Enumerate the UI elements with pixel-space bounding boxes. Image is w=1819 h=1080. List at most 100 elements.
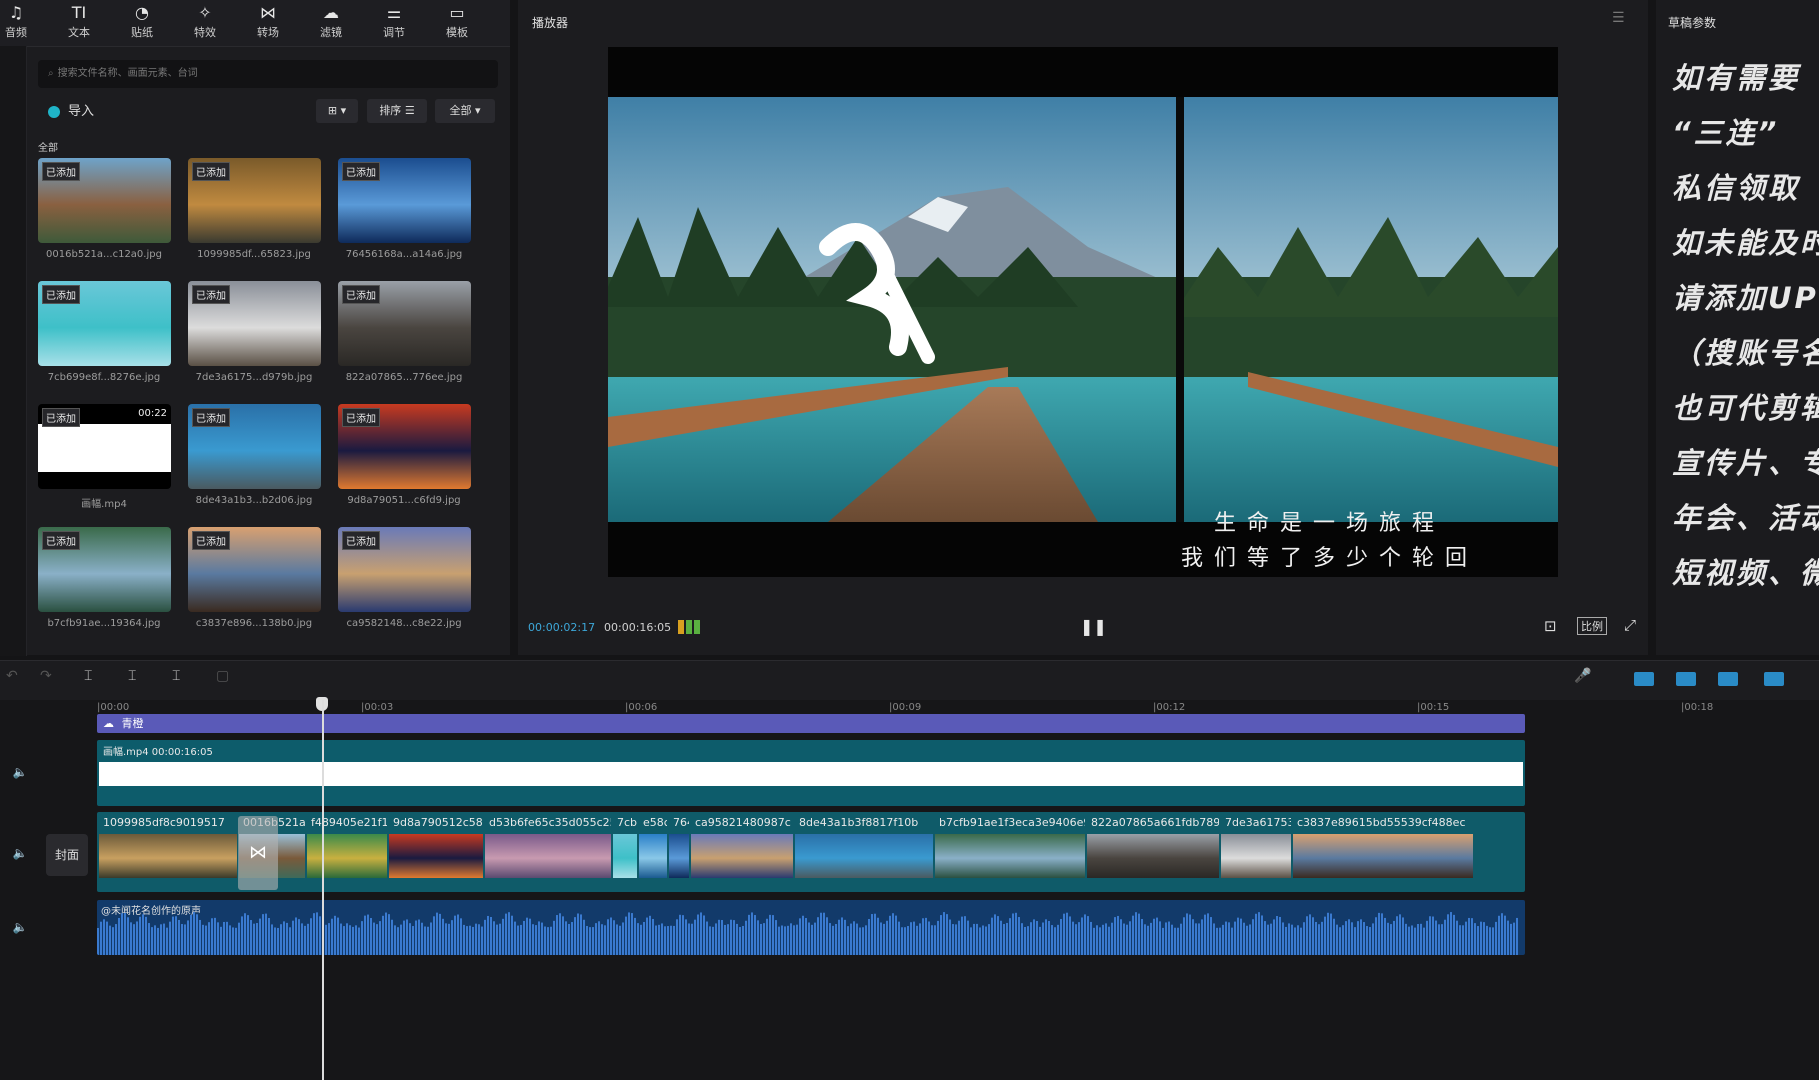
- clip-thumbnail[interactable]: [691, 834, 793, 878]
- split-right-icon[interactable]: ⌶: [172, 668, 180, 684]
- draft-text-block: 如有需要 “三连” 私信领取如未能及时请添加UP主 （搜账号名也可代剪辑宣传片、专年会…: [1672, 55, 1819, 605]
- clip-thumbnail[interactable]: [639, 834, 667, 878]
- added-badge: 已添加: [42, 531, 80, 550]
- toolbar-item-filter[interactable]: ☁ 滤镜: [303, 2, 359, 44]
- media-thumbnail[interactable]: 已添加: [338, 281, 471, 366]
- transition-marker[interactable]: ⋈: [238, 816, 278, 890]
- audio-track-clip[interactable]: @未闻花名创作的原声: [97, 900, 1525, 955]
- search-input[interactable]: ⌕ 搜索文件名称、画面元素、台词: [38, 60, 498, 88]
- draft-line: “三连”: [1672, 116, 1780, 150]
- toolbar-item-transition[interactable]: ⋈ 转场: [240, 2, 296, 44]
- audio-icon: ♫: [8, 3, 24, 22]
- clip-label: 1099985df8c9019517: [103, 816, 225, 829]
- undo-icon[interactable]: ↶: [6, 668, 18, 684]
- pause-button[interactable]: ❚❚: [1080, 617, 1107, 636]
- clip-thumbnail[interactable]: [389, 834, 483, 878]
- added-badge: 已添加: [42, 285, 80, 304]
- overlay-video-clip[interactable]: 画幅.mp4 00:00:16:05: [97, 740, 1525, 806]
- effects-icon: ✧: [198, 3, 212, 22]
- main-track-audio-icon[interactable]: 🔈: [0, 846, 40, 860]
- subtitle-line-1: 生 命 是 一 场 旅 程: [1214, 511, 1436, 536]
- added-badge: 已添加: [42, 162, 80, 181]
- media-thumbnail[interactable]: 已添加: [188, 281, 321, 366]
- filter-track-clip[interactable]: ☁ 青橙: [97, 714, 1525, 733]
- clip-thumbnail[interactable]: [935, 834, 1085, 878]
- clip-label: 7de3a61753f: [1225, 816, 1291, 829]
- clip-thumbnail[interactable]: [1293, 834, 1473, 878]
- ratio-button[interactable]: 比例: [1577, 617, 1607, 635]
- import-button[interactable]: 导入: [40, 100, 110, 124]
- clip-label: c3837e89615bd55539cf488ec: [1297, 816, 1466, 829]
- preview-axis-icon[interactable]: [1718, 672, 1738, 686]
- clip-label: e58c: [643, 816, 667, 829]
- auto-snap-icon[interactable]: [1634, 672, 1654, 686]
- toolbar-item-label: 特效: [194, 26, 216, 39]
- media-thumbnail[interactable]: 已添加: [38, 527, 171, 612]
- toolbar-item-adjust[interactable]: ⚌ 调节: [366, 2, 422, 44]
- clip-thumbnail[interactable]: [1221, 834, 1291, 878]
- media-filename: 画幅.mp4: [81, 499, 127, 510]
- filter-clip-label: 青橙: [121, 717, 144, 730]
- video-preview[interactable]: [608, 47, 1558, 577]
- toolbar-item-text[interactable]: TI 文本: [51, 2, 107, 44]
- cover-button[interactable]: 封面: [46, 834, 88, 876]
- clip-thumbnail[interactable]: [485, 834, 611, 878]
- draft-line: 短视频、微: [1672, 556, 1819, 590]
- draft-line: 如有需要: [1672, 61, 1801, 95]
- media-thumbnail[interactable]: 已添加: [188, 404, 321, 489]
- toolbar-item-sticker[interactable]: ◔ 贴纸: [114, 2, 170, 44]
- added-badge: 已添加: [192, 162, 230, 181]
- media-thumbnail[interactable]: 已添加: [338, 527, 471, 612]
- sort-label: 排序: [379, 104, 402, 117]
- split-icon[interactable]: ⌶: [84, 668, 92, 684]
- audio-track-audio-icon[interactable]: 🔈: [0, 920, 40, 934]
- clip-thumbnail[interactable]: [99, 834, 237, 878]
- toolbar-item-label: 贴纸: [131, 26, 153, 39]
- media-thumbnail[interactable]: 已添加 00:22: [38, 404, 171, 489]
- clip-thumbnail[interactable]: [795, 834, 933, 878]
- media-thumbnail[interactable]: 已添加: [188, 158, 321, 243]
- clip-thumbnail[interactable]: [613, 834, 637, 878]
- filter-icon: ▾: [474, 104, 481, 117]
- media-thumbnail[interactable]: 已添加: [38, 281, 171, 366]
- toolbar-item-label: 模板: [446, 26, 468, 39]
- redo-icon[interactable]: ↷: [40, 668, 52, 684]
- view-toggle-button[interactable]: ⊞ ▾: [316, 99, 358, 123]
- delete-icon[interactable]: ▢: [216, 668, 229, 684]
- split-left-icon[interactable]: ⌶: [128, 668, 136, 684]
- microphone-icon[interactable]: 🎤: [1574, 668, 1591, 684]
- audio-waveform: [97, 912, 1518, 955]
- clip-thumbnail[interactable]: [669, 834, 689, 878]
- toolbar-item-label: 滤镜: [320, 26, 342, 39]
- added-badge: 已添加: [42, 408, 80, 427]
- sticker-icon: ◔: [135, 3, 149, 22]
- fullscreen-icon[interactable]: ⤢: [1624, 616, 1636, 634]
- media-thumbnail[interactable]: 已添加: [338, 404, 471, 489]
- text-icon: TI: [71, 3, 87, 22]
- toolbar-item-template[interactable]: ▭ 模板: [429, 2, 485, 44]
- media-filename: ca9582148...c8e22.jpg: [346, 618, 462, 629]
- media-filename: 822a07865...776ee.jpg: [345, 372, 463, 383]
- media-thumbnail[interactable]: 已添加: [38, 158, 171, 243]
- media-filename: 0016b521a...c12a0.jpg: [46, 249, 162, 260]
- screenshot-icon[interactable]: ⊡: [1544, 617, 1557, 635]
- clip-thumbnail[interactable]: [307, 834, 387, 878]
- toolbar-item-audio[interactable]: ♫ 音频: [0, 2, 44, 44]
- overlay-clip-frames: [99, 762, 1523, 786]
- sort-button[interactable]: 排序 ☰: [367, 99, 427, 123]
- ruler-tick: |00:09: [889, 702, 922, 713]
- menu-icon[interactable]: ☰: [1612, 10, 1625, 26]
- filter-all-button[interactable]: 全部 ▾: [435, 99, 495, 123]
- added-badge: 已添加: [342, 531, 380, 550]
- video-track-audio-icon[interactable]: 🔈: [0, 765, 40, 779]
- zoom-fit-icon[interactable]: [1764, 672, 1784, 686]
- linkage-icon[interactable]: [1676, 672, 1696, 686]
- toolbar-item-effects[interactable]: ✧ 特效: [177, 2, 233, 44]
- clip-thumbnail[interactable]: [1087, 834, 1219, 878]
- media-thumbnail[interactable]: 已添加: [188, 527, 321, 612]
- clip-label: b7cfb91ae1f3eca3e9406e9f: [939, 816, 1085, 829]
- playhead[interactable]: [322, 700, 324, 1080]
- template-icon: ▭: [449, 3, 465, 22]
- media-thumbnail[interactable]: 已添加: [338, 158, 471, 243]
- main-video-track[interactable]: 1099985df8c90195170016b521af489405e21f19…: [97, 812, 1525, 892]
